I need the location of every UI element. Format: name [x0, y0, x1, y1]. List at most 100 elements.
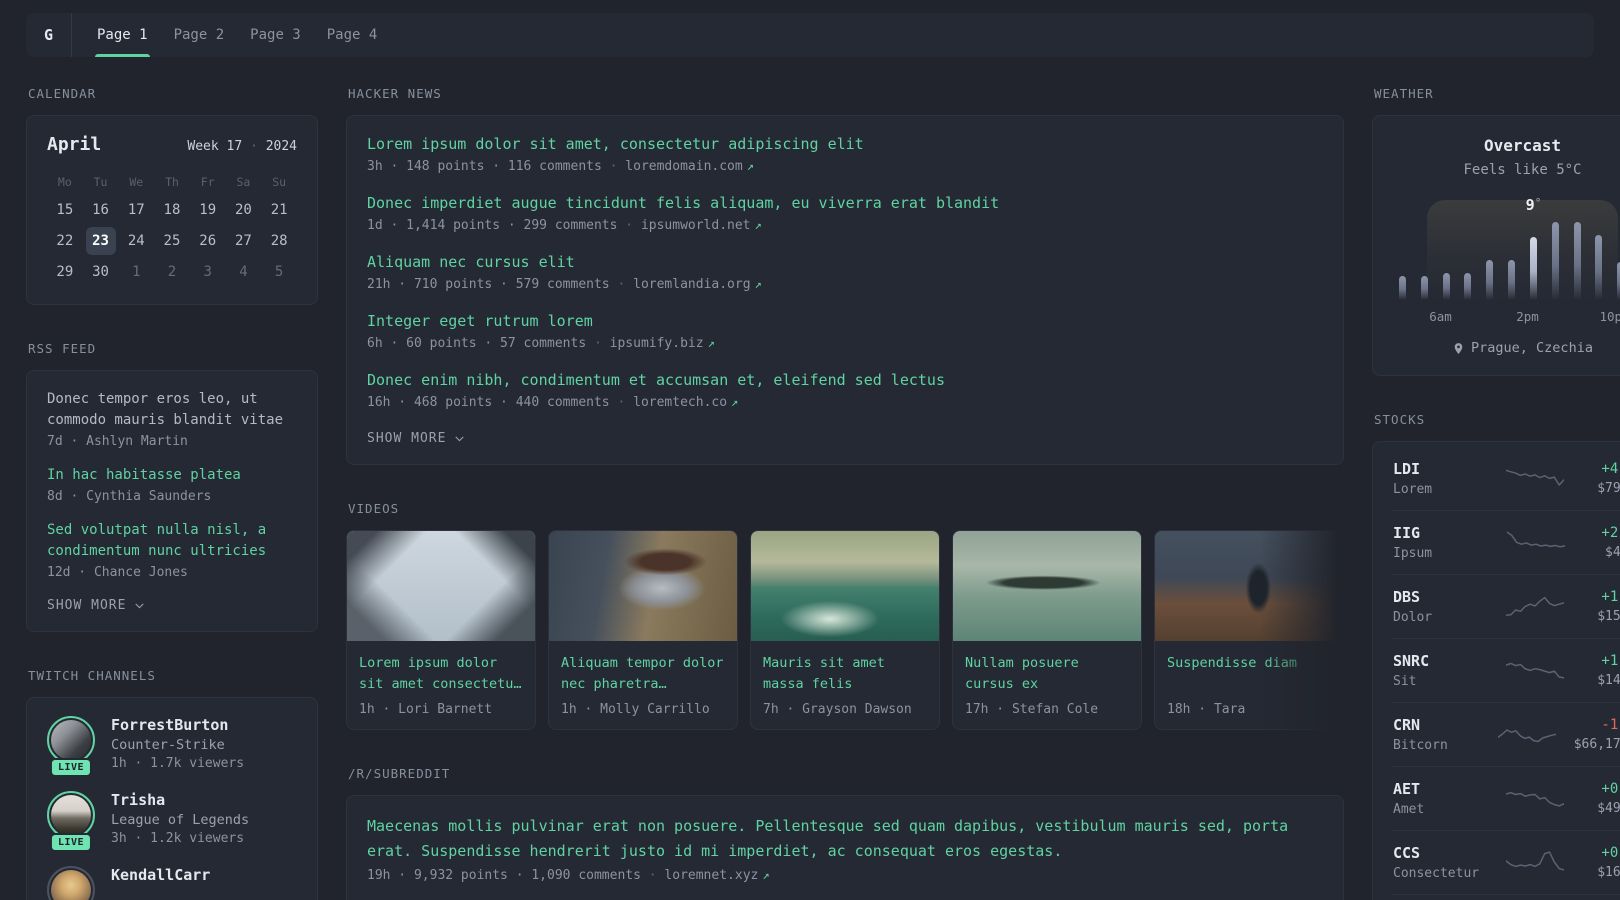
dot-separator: · — [250, 139, 258, 154]
reddit-domain-link[interactable]: loremnet.xyz — [664, 868, 758, 883]
stock-row-aet[interactable]: AET Amet +0.92% $499.72 — [1393, 765, 1620, 830]
hn-show-more-button[interactable]: SHOW MORE — [367, 431, 466, 446]
hn-story-meta: 1d · 1,414 points · 299 comments · ipsum… — [367, 218, 1323, 233]
twitch-avatar-wrap — [47, 866, 95, 900]
avatar — [47, 791, 95, 839]
dashboard-grid: CALENDAR April Week 17 · 2024 Mo Tu We T… — [26, 57, 1620, 900]
rss-item-link[interactable]: Sed volutpat nulla nisl, a condimentum n… — [47, 520, 297, 562]
calendar-day-next-month: 2 — [167, 264, 177, 280]
calendar-day: 25 — [163, 233, 181, 249]
hn-domain-link[interactable]: ipsumworld.net — [641, 218, 751, 233]
video-title: Mauris sit amet massa felis — [763, 655, 885, 692]
hn-meta-text: 21h · 710 points · 579 comments — [367, 277, 610, 292]
weather-bar — [1551, 222, 1559, 300]
dot-separator: · — [617, 277, 626, 292]
dot-separator: · — [609, 159, 618, 174]
chevron-down-icon — [455, 436, 465, 442]
hn-story-meta: 3h · 148 points · 116 comments · loremdo… — [367, 159, 1323, 174]
stock-price: $165.84 — [1597, 864, 1620, 880]
video-card[interactable]: Nullam posuere cursus ex 17h · Stefan Co… — [952, 530, 1142, 730]
stock-change: +1.42% — [1601, 588, 1620, 605]
weather-bar — [1529, 237, 1537, 300]
weather-bar — [1464, 273, 1472, 300]
stock-change: +2.84% — [1601, 524, 1620, 541]
stock-row-iig[interactable]: IIG Ipsum +2.84% $42.04 — [1393, 509, 1620, 574]
stock-name: Lorem — [1393, 481, 1433, 497]
videos-carousel: Lorem ipsum dolor sit amet consectetu… 1… — [346, 530, 1344, 730]
twitch-channel-name: ForrestBurton — [111, 716, 229, 734]
stock-change: +0.92% — [1601, 780, 1620, 797]
video-card[interactable]: Mauris sit amet massa felis 7h · Grayson… — [750, 530, 940, 730]
stock-row-ldi[interactable]: LDI Lorem +4.35% $795.18 — [1393, 447, 1620, 510]
twitch-channel-meta: 1h · 1.7k viewers — [111, 756, 245, 771]
dot-separator: · — [625, 218, 634, 233]
stock-sparkline — [1505, 596, 1564, 616]
video-card[interactable]: Suspendisse diam 18h · Tara — [1154, 530, 1344, 730]
weather-bar — [1399, 276, 1406, 300]
show-more-label: SHOW MORE — [47, 598, 127, 613]
twitch-avatar-wrap: LIVE — [47, 716, 95, 777]
weather-temp-value: 9 — [1525, 196, 1535, 214]
hn-domain-link[interactable]: loremdomain.com — [625, 159, 742, 174]
stock-row-crn[interactable]: CRN Bitcorn -1.00% $66,171.48 — [1393, 701, 1620, 766]
rss-show-more-button[interactable]: SHOW MORE — [47, 598, 146, 613]
video-card[interactable]: Aliquam tempor dolor nec pharetra… 1h · … — [548, 530, 738, 730]
stocks-widget: LDI Lorem +4.35% $795.18 IIG Ipsum — [1372, 440, 1620, 900]
hn-item: Lorem ipsum dolor sit amet, consectetur … — [367, 134, 1323, 174]
weather-chart: 9° — [1399, 196, 1620, 302]
left-column: CALENDAR April Week 17 · 2024 Mo Tu We T… — [26, 86, 318, 900]
hackernews-widget: Lorem ipsum dolor sit amet, consectetur … — [346, 115, 1344, 465]
rss-item-link[interactable]: In hac habitasse platea — [47, 465, 297, 486]
video-thumbnail — [953, 531, 1141, 641]
hn-domain-link[interactable]: loremtech.co — [633, 395, 727, 410]
hn-domain-link[interactable]: ipsumify.biz — [610, 336, 704, 351]
tab-page-4[interactable]: Page 4 — [314, 13, 391, 57]
twitch-avatar-wrap: LIVE — [47, 791, 95, 852]
external-link-icon: ↗ — [731, 395, 739, 409]
stock-sparkline — [1505, 662, 1564, 679]
video-thumbnail — [549, 531, 737, 641]
twitch-channel-trisha[interactable]: LIVE Trisha League of Legends 3h · 1.2k … — [47, 791, 297, 852]
twitch-channel-forrestburton[interactable]: LIVE ForrestBurton Counter-Strike 1h · 1… — [47, 716, 297, 777]
hn-item: Integer eget rutrum lorem 6h · 60 points… — [367, 311, 1323, 351]
stock-row-ccs[interactable]: CCS Consectetur +0.51% $165.84 — [1393, 829, 1620, 894]
video-title: Suspendisse diam — [1167, 655, 1298, 671]
tab-page-3[interactable]: Page 3 — [237, 13, 314, 57]
rss-item-meta: 12d · Chance Jones — [47, 565, 188, 580]
stock-name: Sit — [1393, 673, 1417, 689]
tab-page-1[interactable]: Page 1 — [84, 13, 161, 57]
external-link-icon: ↗ — [746, 159, 754, 173]
stock-change: +4.35% — [1601, 460, 1620, 477]
rss-section: RSS FEED Donec tempor eros leo, ut commo… — [26, 341, 318, 632]
stock-change: +0.51% — [1601, 844, 1620, 861]
twitch-channel-kendallcarr[interactable]: KendallCarr — [47, 866, 297, 900]
calendar-header: April Week 17 · 2024 — [47, 134, 297, 155]
stock-sparkline — [1505, 851, 1564, 871]
rss-item: Donec tempor eros leo, ut commodo mauris… — [47, 389, 297, 449]
hn-story-link[interactable]: Integer eget rutrum lorem — [367, 311, 1323, 332]
rss-item-link[interactable]: Donec tempor eros leo, ut commodo mauris… — [47, 389, 297, 431]
stock-row-dbs[interactable]: DBS Dolor +1.42% $156.28 — [1393, 573, 1620, 638]
hn-story-meta: 16h · 468 points · 440 comments · loremt… — [367, 395, 1323, 410]
show-more-label: SHOW MORE — [367, 431, 447, 446]
stock-row-snrc[interactable]: SNRC Sit +1.36% $148.64 — [1393, 637, 1620, 702]
reddit-post-link[interactable]: Maecenas mollis pulvinar erat non posuer… — [367, 814, 1323, 864]
twitch-widget: LIVE ForrestBurton Counter-Strike 1h · 1… — [26, 697, 318, 900]
hn-story-link[interactable]: Donec enim nibh, condimentum et accumsan… — [367, 370, 1323, 391]
hn-story-link[interactable]: Donec imperdiet augue tincidunt felis al… — [367, 193, 1323, 214]
video-card[interactable]: Lorem ipsum dolor sit amet consectetu… 1… — [346, 530, 536, 730]
rss-widget: Donec tempor eros leo, ut commodo mauris… — [26, 370, 318, 632]
stock-row-ahs[interactable]: AHS +0.46% — [1393, 893, 1620, 900]
hn-story-link[interactable]: Aliquam nec cursus elit — [367, 252, 1323, 273]
chevron-down-icon — [135, 603, 145, 609]
nav-tabs: Page 1 Page 2 Page 3 Page 4 — [84, 13, 390, 57]
twitch-section-label: TWITCH CHANNELS — [28, 668, 156, 683]
app-logo[interactable]: G — [26, 13, 72, 57]
tab-page-2[interactable]: Page 2 — [161, 13, 238, 57]
weather-time-axis: 6am 2pm 10pm — [1393, 309, 1620, 325]
hn-domain-link[interactable]: loremlandia.org — [633, 277, 750, 292]
middle-column: HACKER NEWS Lorem ipsum dolor sit amet, … — [346, 86, 1344, 900]
calendar-day-next-month: 4 — [239, 264, 248, 280]
calendar-section-label: CALENDAR — [28, 86, 97, 101]
hn-story-link[interactable]: Lorem ipsum dolor sit amet, consectetur … — [367, 134, 1323, 155]
